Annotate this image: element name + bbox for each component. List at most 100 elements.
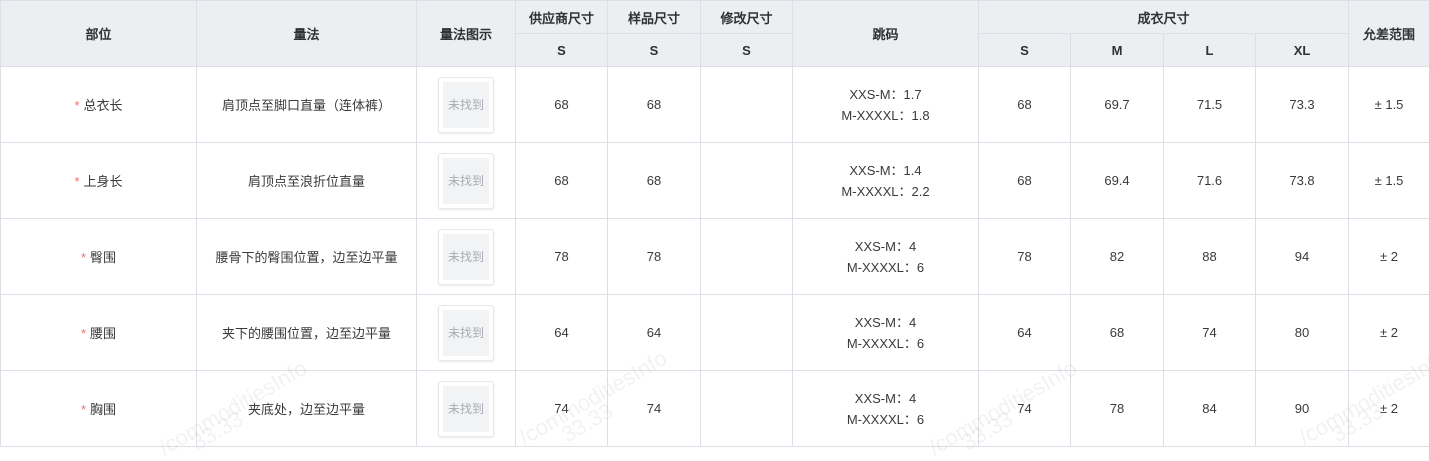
cell-diagram: 未找到	[417, 67, 516, 143]
cell-sample-s: 74	[608, 371, 701, 447]
header-modified-s: S	[701, 34, 793, 67]
cell-modified-s[interactable]	[701, 219, 793, 295]
cell-diagram: 未找到	[417, 295, 516, 371]
cell-jump: XXS-M：1.4M-XXXXL：2.2	[793, 143, 979, 219]
part-label: 总衣长	[84, 98, 123, 113]
cell-diagram: 未找到	[417, 219, 516, 295]
cell-size-xl: 90	[1256, 371, 1349, 447]
cell-size-l: 84	[1164, 371, 1256, 447]
jump-line-2: M-XXXXL：6	[793, 409, 978, 430]
cell-method: 腰骨下的臀围位置，边至边平量	[197, 219, 417, 295]
jump-line-1: XXS-M：4	[793, 312, 978, 333]
header-part: 部位	[1, 1, 197, 67]
image-not-found-text: 未找到	[443, 386, 489, 432]
header-size-m: M	[1071, 34, 1164, 67]
table-row: * 上身长 肩顶点至浪折位直量 未找到 68 68 XXS-M：1.4M-XXXX…	[1, 143, 1429, 219]
cell-size-m: 78	[1071, 371, 1164, 447]
cell-sample-s: 68	[608, 67, 701, 143]
cell-size-s: 68	[979, 143, 1071, 219]
cell-size-l: 71.5	[1164, 67, 1256, 143]
cell-method: 夹底处，边至边平量	[197, 371, 417, 447]
cell-jump: XXS-M：4M-XXXXL：6	[793, 371, 979, 447]
cell-part: * 上身长	[1, 143, 197, 219]
header-size-s: S	[979, 34, 1071, 67]
cell-method: 夹下的腰围位置，边至边平量	[197, 295, 417, 371]
cell-tolerance: ± 1.5	[1349, 143, 1429, 219]
cell-size-m: 69.4	[1071, 143, 1164, 219]
cell-sample-s: 68	[608, 143, 701, 219]
cell-method: 肩顶点至脚口直量（连体裤）	[197, 67, 417, 143]
image-not-found-text: 未找到	[443, 158, 489, 204]
header-diagram: 量法图示	[417, 1, 516, 67]
part-label: 臀围	[90, 250, 116, 265]
header-sample-size: 样品尺寸	[608, 1, 701, 34]
jump-line-1: XXS-M：4	[793, 236, 978, 257]
part-label: 上身长	[84, 174, 123, 189]
table-body: *总衣长 肩顶点至脚口直量（连体裤） 未找到 68 68 XXS-M：1.7M-…	[1, 67, 1429, 447]
cell-jump: XXS-M：4M-XXXXL：6	[793, 219, 979, 295]
cell-size-l: 71.6	[1164, 143, 1256, 219]
cell-modified-s[interactable]	[701, 143, 793, 219]
cell-size-m: 82	[1071, 219, 1164, 295]
cell-sample-s: 64	[608, 295, 701, 371]
cell-supplier-s: 64	[516, 295, 608, 371]
jump-line-1: XXS-M：1.7	[793, 84, 978, 105]
image-not-found-text: 未找到	[443, 234, 489, 280]
cell-jump: XXS-M：1.7M-XXXXL：1.8	[793, 67, 979, 143]
jump-line-1: XXS-M：1.4	[793, 160, 978, 181]
required-mark: *	[81, 250, 86, 265]
jump-line-2: M-XXXXL：6	[793, 257, 978, 278]
cell-size-m: 68	[1071, 295, 1164, 371]
cell-size-l: 74	[1164, 295, 1256, 371]
header-size-xl: XL	[1256, 34, 1349, 67]
header-size-l: L	[1164, 34, 1256, 67]
header-tolerance: 允差范围	[1349, 1, 1429, 67]
cell-size-s: 78	[979, 219, 1071, 295]
measure-diagram-thumbnail[interactable]: 未找到	[438, 381, 494, 437]
size-spec-table: 部位 量法 量法图示 供应商尺寸 样品尺寸 修改尺寸 跳码 成衣尺寸 允差范围 …	[0, 0, 1429, 447]
cell-part: *腰围	[1, 295, 197, 371]
jump-line-2: M-XXXXL：1.8	[793, 105, 978, 126]
measure-diagram-thumbnail[interactable]: 未找到	[438, 77, 494, 133]
jump-line-2: M-XXXXL：2.2	[793, 181, 978, 202]
measure-diagram-thumbnail[interactable]: 未找到	[438, 305, 494, 361]
cell-supplier-s: 78	[516, 219, 608, 295]
cell-size-xl: 73.3	[1256, 67, 1349, 143]
cell-size-s: 74	[979, 371, 1071, 447]
cell-supplier-s: 68	[516, 143, 608, 219]
part-label: 胸围	[90, 402, 116, 417]
cell-jump: XXS-M：4M-XXXXL：6	[793, 295, 979, 371]
cell-modified-s[interactable]	[701, 371, 793, 447]
header-jump: 跳码	[793, 1, 979, 67]
required-mark: *	[74, 174, 79, 189]
cell-sample-s: 78	[608, 219, 701, 295]
cell-size-xl: 73.8	[1256, 143, 1349, 219]
cell-size-s: 68	[979, 67, 1071, 143]
jump-line-2: M-XXXXL：6	[793, 333, 978, 354]
cell-diagram: 未找到	[417, 143, 516, 219]
cell-diagram: 未找到	[417, 371, 516, 447]
table-row: * 臀围 腰骨下的臀围位置，边至边平量 未找到 78 78 XXS-M：4M-XX…	[1, 219, 1429, 295]
cell-part: * 胸围	[1, 371, 197, 447]
cell-size-s: 64	[979, 295, 1071, 371]
cell-modified-s[interactable]	[701, 295, 793, 371]
header-finished-size: 成衣尺寸	[979, 1, 1349, 34]
image-not-found-text: 未找到	[443, 82, 489, 128]
cell-method: 肩顶点至浪折位直量	[197, 143, 417, 219]
header-method: 量法	[197, 1, 417, 67]
table-header: 部位 量法 量法图示 供应商尺寸 样品尺寸 修改尺寸 跳码 成衣尺寸 允差范围 …	[1, 1, 1429, 67]
cell-tolerance: ± 2	[1349, 219, 1429, 295]
table-row: *腰围 夹下的腰围位置，边至边平量 未找到 64 64 XXS-M：4M-XXX…	[1, 295, 1429, 371]
cell-size-xl: 80	[1256, 295, 1349, 371]
measure-diagram-thumbnail[interactable]: 未找到	[438, 153, 494, 209]
header-sample-s: S	[608, 34, 701, 67]
measure-diagram-thumbnail[interactable]: 未找到	[438, 229, 494, 285]
required-mark: *	[81, 402, 86, 417]
cell-tolerance: ± 1.5	[1349, 67, 1429, 143]
part-label: 腰围	[90, 326, 116, 341]
cell-supplier-s: 74	[516, 371, 608, 447]
cell-modified-s[interactable]	[701, 67, 793, 143]
cell-tolerance: ± 2	[1349, 371, 1429, 447]
header-supplier-size: 供应商尺寸	[516, 1, 608, 34]
jump-line-1: XXS-M：4	[793, 388, 978, 409]
